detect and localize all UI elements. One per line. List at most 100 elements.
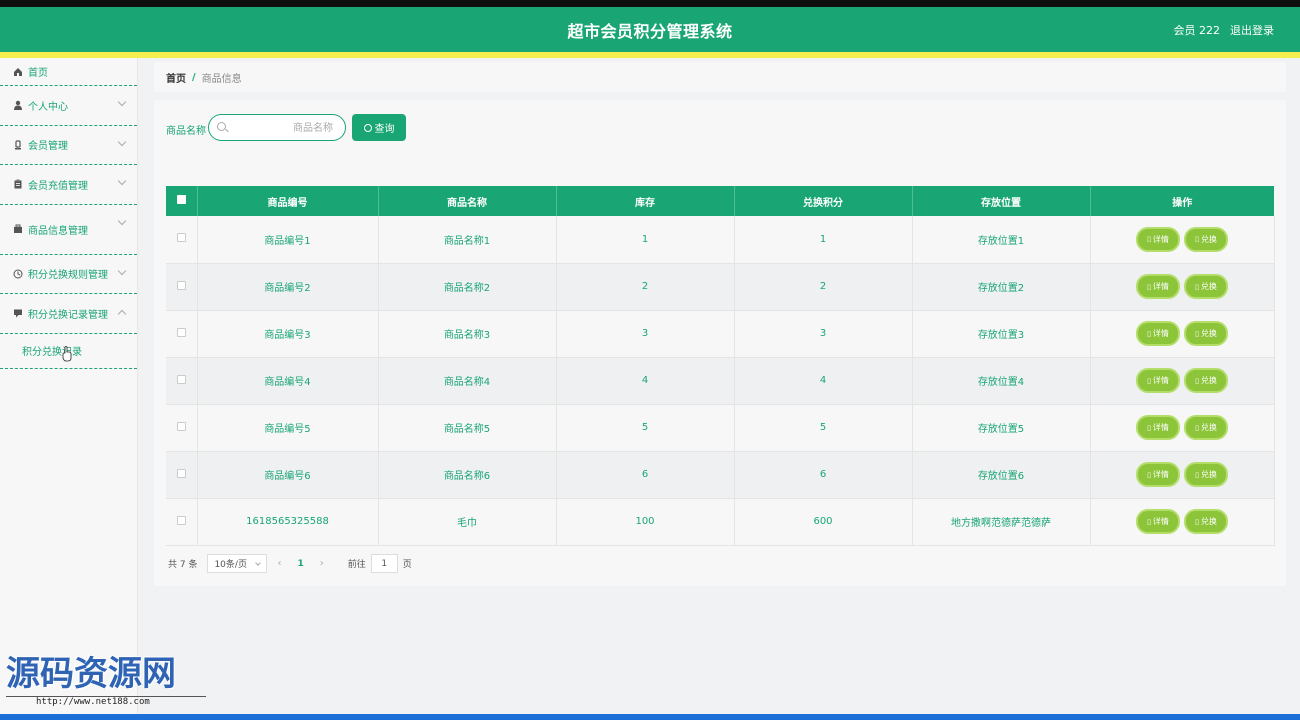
search-input[interactable] [233,119,333,137]
row-actions: ▯ 详情 ▯ 兑换 [1090,310,1275,358]
table-body: 商品编号1 商品名称1 1 1 存放位置1 ▯ 详情 ▯ 兑换 商品编号2 商品名称2 2 2 存放位置2… [166,216,1275,546]
row-checkbox[interactable] [176,421,186,431]
row-actions: ▯ 详情 ▯ 兑换 [1090,451,1275,499]
table-cell: 商品编号6 [197,451,379,499]
goto-page-input[interactable]: 1 [370,554,398,573]
breadcrumb: 首页 / 商品信息 [154,62,1286,92]
exchange-button[interactable]: ▯ 兑换 [1184,462,1228,487]
breadcrumb-current: 商品信息 [201,73,242,85]
search-button-label: 查询 [374,124,395,135]
search-button[interactable]: 查询 [352,114,406,141]
table-cell: 存放位置1 [912,216,1091,264]
page-size-select[interactable]: 10条/页 [207,554,268,573]
goto-suffix: 页 [402,560,412,570]
sidebar-item-products[interactable]: 商品信息管理 [0,205,137,255]
exchange-button[interactable]: ▯ 兑换 [1184,321,1228,346]
taskbar-strip [0,714,1300,720]
logout-link[interactable]: 退出登录 [1230,22,1274,38]
detail-button[interactable]: ▯ 详情 [1136,226,1180,252]
box-icon [12,224,23,235]
exchange-button[interactable]: ▯ 兑换 [1184,368,1228,393]
select-all-cell [166,186,198,216]
detail-button[interactable]: ▯ 详情 [1136,368,1180,393]
detail-button[interactable]: ▯ 详情 [1136,415,1180,440]
sidebar-item-label: 积分兑换规则管理 [28,270,108,282]
breadcrumb-home[interactable]: 首页 [166,70,186,85]
table-cell: 100 [556,498,735,546]
detail-button[interactable]: ▯ 详情 [1136,274,1180,299]
column-header: 商品名称 [378,186,557,216]
message-icon [12,308,23,319]
app-window: 超市会员积分管理系统 会员 222 退出登录 首页 个人中心 会员管理 会员充值… [0,0,1300,720]
document-icon: ▯ [1195,470,1199,479]
table-cell: 存放位置3 [912,310,1091,358]
row-checkbox[interactable] [176,374,186,384]
row-checkbox[interactable] [176,515,186,525]
table-cell: 2 [734,263,913,311]
document-icon: ▯ [1195,235,1199,244]
table-row: 1618565325588 毛巾 100 600 地方撒啊范德萨范德萨 ▯ 详情 ▯ 兑换 [166,498,1275,546]
row-select-cell [166,216,198,264]
clipboard-icon [12,179,23,190]
table-cell: 地方撒啊范德萨范德萨 [912,498,1091,546]
exchange-button-label: 兑换 [1200,376,1217,385]
header-accent-line [0,52,1300,58]
table-row: 商品编号3 商品名称3 3 3 存放位置3 ▯ 详情 ▯ 兑换 [166,310,1275,358]
table-row: 商品编号1 商品名称1 1 1 存放位置1 ▯ 详情 ▯ 兑换 [166,216,1275,264]
exchange-button-label: 兑换 [1200,517,1217,526]
exchange-button[interactable]: ▯ 兑换 [1184,415,1228,440]
detail-button[interactable]: ▯ 详情 [1136,462,1180,487]
exchange-button[interactable]: ▯ 兑换 [1184,226,1228,252]
chevron-down-icon [117,176,127,186]
exchange-button[interactable]: ▯ 兑换 [1184,274,1228,299]
sidebar-item-members[interactable]: 会员管理 [0,126,137,165]
sidebar-item-profile[interactable]: 个人中心 [0,86,137,126]
row-checkbox[interactable] [176,280,186,290]
document-icon: ▯ [1195,517,1199,526]
page-size-value: 10条/页 [214,560,247,570]
sidebar-item-label: 积分兑换记录管理 [28,309,108,321]
sidebar-item-home[interactable]: 首页 [0,58,137,86]
table-cell: 商品名称5 [378,404,557,452]
document-icon: ▯ [1195,282,1199,291]
search-box[interactable] [208,114,346,141]
row-actions: ▯ 详情 ▯ 兑换 [1090,498,1275,546]
table-cell: 存放位置2 [912,263,1091,311]
exchange-button[interactable]: ▯ 兑换 [1184,509,1228,534]
table-cell: 商品编号5 [197,404,379,452]
document-icon: ▯ [1147,470,1151,479]
header: 超市会员积分管理系统 会员 222 退出登录 [0,7,1300,52]
watermark-text: 源码资源网 [6,654,176,694]
detail-button[interactable]: ▯ 详情 [1136,321,1180,346]
mouse-cursor-icon [62,346,72,362]
row-actions: ▯ 详情 ▯ 兑换 [1090,404,1275,452]
watermark: 源码资源网 http://www.net188.com [6,654,206,707]
column-header: 库存 [556,186,735,216]
detail-button[interactable]: ▯ 详情 [1136,509,1180,534]
sidebar-item-exchange-records[interactable]: 积分兑换记录管理 [0,294,137,334]
table-row: 商品编号2 商品名称2 2 2 存放位置2 ▯ 详情 ▯ 兑换 [166,263,1275,311]
document-icon: ▯ [1195,329,1199,338]
sidebar-item-label: 会员管理 [28,141,68,153]
watermark-url: http://www.net188.com [6,696,206,707]
exchange-button-label: 兑换 [1200,282,1217,291]
select-all-checkbox[interactable] [176,195,186,204]
top-band [0,0,1300,7]
sidebar-item-recharge[interactable]: 会员充值管理 [0,165,137,205]
row-checkbox[interactable] [176,468,186,478]
row-actions: ▯ 详情 ▯ 兑换 [1090,263,1275,311]
prev-page-button[interactable]: ‹ [277,558,281,569]
next-page-button[interactable]: › [320,558,324,569]
table-cell: 商品名称6 [378,451,557,499]
table-cell: 5 [734,404,913,452]
row-checkbox[interactable] [176,327,186,337]
page-number-current[interactable]: 1 [297,559,303,569]
total-count: 共 7 条 [168,560,198,570]
sidebar-item-label: 个人中心 [28,101,68,113]
row-checkbox[interactable] [176,233,186,243]
sidebar-item-exchange-rules[interactable]: 积分兑换规则管理 [0,255,137,294]
exchange-button-label: 兑换 [1200,470,1217,479]
clock-icon [12,268,23,279]
row-select-cell [166,404,198,452]
table-cell: 存放位置4 [912,357,1091,405]
